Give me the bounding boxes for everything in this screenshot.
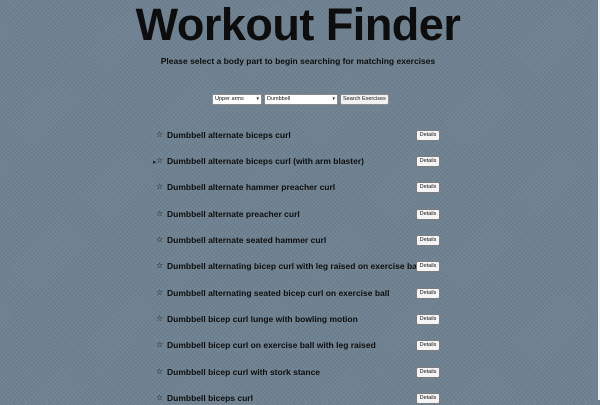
- details-button[interactable]: Details: [416, 288, 440, 299]
- star-icon[interactable]: ☆: [156, 207, 163, 221]
- search-exercises-button[interactable]: Search Exercises: [340, 93, 389, 105]
- body-part-select[interactable]: Upper arms ▾: [212, 93, 262, 105]
- exercise-name: Dumbbell biceps curl: [167, 393, 253, 403]
- exercise-name: Dumbbell alternate seated hammer curl: [167, 235, 327, 245]
- details-button[interactable]: Details: [416, 314, 440, 325]
- list-item: ☆ Dumbbell biceps curl Details: [0, 391, 600, 405]
- chevron-down-icon: ▾: [332, 95, 335, 102]
- list-item: ☆ Dumbbell alternating bicep curl with l…: [0, 259, 600, 273]
- details-button[interactable]: Details: [416, 367, 440, 378]
- equipment-value: Dumbbell: [267, 95, 291, 102]
- list-item: ☆ Dumbbell alternate seated hammer curl …: [0, 233, 600, 247]
- list-item: ☆ Dumbbell alternating seated bicep curl…: [0, 286, 600, 300]
- details-button[interactable]: Details: [416, 209, 440, 220]
- exercise-name: Dumbbell alternate biceps curl: [167, 130, 291, 140]
- star-icon[interactable]: ☆: [156, 286, 163, 300]
- details-button[interactable]: Details: [416, 156, 440, 167]
- search-controls: Upper arms ▾ Dumbbell ▾ Search Exercises: [212, 93, 389, 105]
- exercise-name: Dumbbell bicep curl on exercise ball wit…: [167, 340, 376, 350]
- star-icon[interactable]: ☆: [156, 391, 163, 405]
- star-icon[interactable]: ☆: [156, 312, 163, 326]
- star-icon[interactable]: ☆: [156, 233, 163, 247]
- page-title: Workout Finder: [135, 0, 461, 50]
- exercise-name: Dumbbell alternate biceps curl (with arm…: [167, 156, 364, 166]
- body-part-value: Upper arms: [215, 95, 244, 102]
- star-icon[interactable]: ☆: [156, 154, 163, 168]
- exercise-name: Dumbbell bicep curl lunge with bowling m…: [167, 314, 358, 324]
- exercise-name: Dumbbell alternating bicep curl with leg…: [167, 261, 422, 271]
- details-button[interactable]: Details: [416, 340, 440, 351]
- star-icon[interactable]: ☆: [156, 259, 163, 273]
- star-icon[interactable]: ☆: [156, 128, 163, 142]
- exercise-name: Dumbbell alternating seated bicep curl o…: [167, 288, 390, 298]
- details-button[interactable]: Details: [416, 261, 440, 272]
- exercise-name: Dumbbell bicep curl with stork stance: [167, 367, 321, 377]
- details-button[interactable]: Details: [416, 393, 440, 404]
- details-button[interactable]: Details: [416, 235, 440, 246]
- details-button[interactable]: Details: [416, 130, 440, 141]
- star-icon[interactable]: ☆: [156, 180, 163, 194]
- list-item: ☆ Dumbbell alternate biceps curl (with a…: [0, 154, 600, 168]
- list-item: ☆ Dumbbell alternate biceps curl Details: [0, 128, 600, 142]
- star-icon[interactable]: ☆: [156, 365, 163, 379]
- list-item: ☆ Dumbbell alternate hammer preacher cur…: [0, 180, 600, 194]
- details-button[interactable]: Details: [416, 182, 440, 193]
- star-icon[interactable]: ☆: [156, 338, 163, 352]
- list-item: ☆ Dumbbell bicep curl lunge with bowling…: [0, 312, 600, 326]
- list-item: ☆ Dumbbell bicep curl with stork stance …: [0, 365, 600, 379]
- equipment-select[interactable]: Dumbbell ▾: [264, 93, 338, 105]
- chevron-down-icon: ▾: [256, 95, 259, 102]
- list-item: ☆ Dumbbell bicep curl on exercise ball w…: [0, 338, 600, 352]
- exercise-name: Dumbbell alternate hammer preacher curl: [167, 182, 336, 192]
- exercise-name: Dumbbell alternate preacher curl: [167, 209, 300, 219]
- page-subtitle: Please select a body part to begin searc…: [160, 56, 436, 66]
- workout-finder-page: Workout Finder Please select a body part…: [0, 0, 600, 404]
- list-item: ☆ Dumbbell alternate preacher curl Detai…: [0, 207, 600, 221]
- mouse-cursor-icon: ▸: [153, 158, 157, 166]
